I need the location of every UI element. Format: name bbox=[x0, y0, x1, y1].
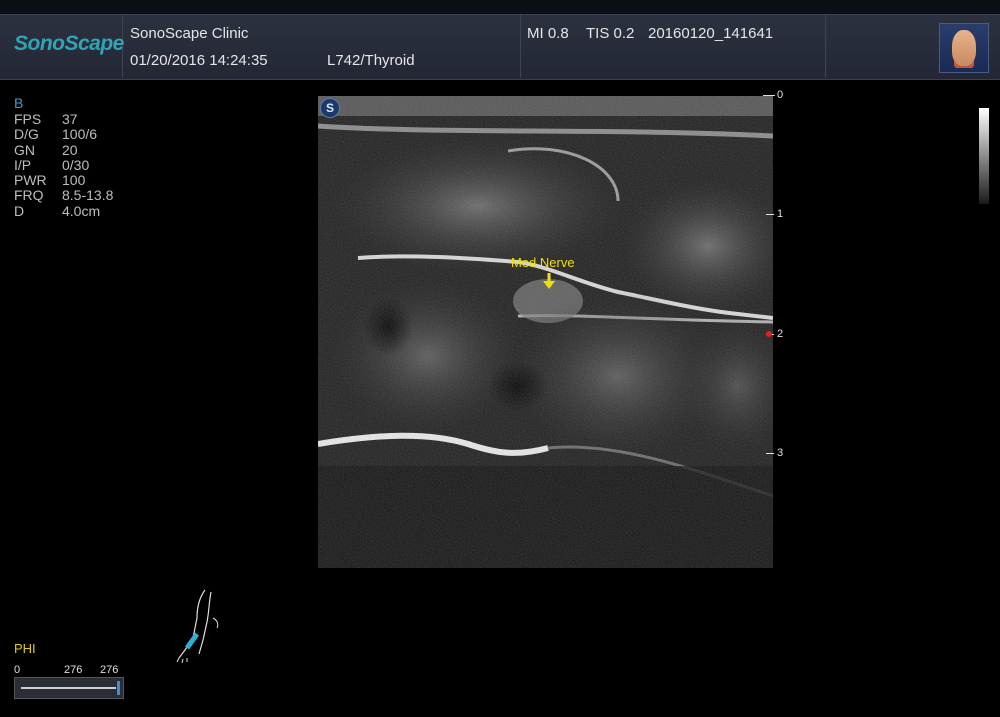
param-row: D/G 100/6 bbox=[14, 126, 98, 143]
param-row: D 4.0cm bbox=[14, 202, 101, 219]
imaging-parameters: FPS 37 D/G 100/6 GN 20 I/P 0/30 PWR 100 FRQ 8.… bbox=[14, 111, 114, 219]
cine-total-label: 276 bbox=[100, 664, 119, 676]
imaging-mode: B bbox=[14, 95, 24, 111]
cine-current-label: 276 bbox=[64, 664, 83, 676]
brand-logo: SonoScape bbox=[14, 32, 124, 55]
cine-cursor[interactable] bbox=[117, 681, 120, 695]
depth-tick bbox=[766, 453, 774, 454]
param-row: I/P 0/30 bbox=[14, 156, 90, 173]
depth-label: 2 bbox=[777, 328, 784, 340]
phi-label: PHI bbox=[14, 641, 36, 656]
depth-label: 1 bbox=[777, 208, 784, 220]
cine-labels: 0 276 276 bbox=[14, 664, 124, 678]
header-panel bbox=[0, 14, 1000, 80]
study-id: 20160120_141641 bbox=[648, 25, 774, 42]
image-orientation-logo: S bbox=[320, 98, 340, 118]
header-divider bbox=[520, 14, 521, 78]
param-row: FRQ 8.5-13.8 bbox=[14, 187, 114, 204]
ultrasound-image[interactable] bbox=[318, 96, 773, 568]
face-shape bbox=[952, 30, 976, 66]
depth-tick bbox=[763, 95, 775, 96]
depth-label: 3 bbox=[777, 447, 784, 459]
header-divider bbox=[825, 14, 826, 78]
thermal-index: TIS 0.2 bbox=[586, 25, 635, 42]
clinic-name: SonoScape Clinic bbox=[130, 25, 249, 42]
header-bar: SonoScape SonoScape Clinic 01/20/2016 14… bbox=[0, 0, 1000, 80]
probe-preset: L742/Thyroid bbox=[327, 52, 415, 69]
depth-tick bbox=[766, 214, 774, 215]
grayscale-bar bbox=[979, 108, 989, 204]
annotation-label[interactable]: Med Nerve bbox=[511, 255, 575, 270]
focus-marker-icon[interactable] bbox=[766, 331, 772, 337]
param-row: PWR 100 bbox=[14, 172, 86, 189]
mechanical-index: MI 0.8 bbox=[527, 25, 569, 42]
cine-start-label: 0 bbox=[14, 664, 21, 676]
cine-track[interactable] bbox=[21, 687, 116, 689]
annotation-arrow-icon[interactable] bbox=[543, 273, 555, 289]
patient-thumbnail-icon[interactable] bbox=[939, 23, 989, 73]
param-row: FPS 37 bbox=[14, 111, 78, 127]
cine-slider[interactable] bbox=[14, 677, 124, 699]
arm-bodymark-icon[interactable] bbox=[175, 588, 225, 663]
exam-datetime: 01/20/2016 14:24:35 bbox=[130, 52, 268, 69]
depth-label: 0 bbox=[777, 89, 784, 101]
param-row: GN 20 bbox=[14, 141, 78, 158]
ultrasound-texture bbox=[318, 96, 773, 568]
